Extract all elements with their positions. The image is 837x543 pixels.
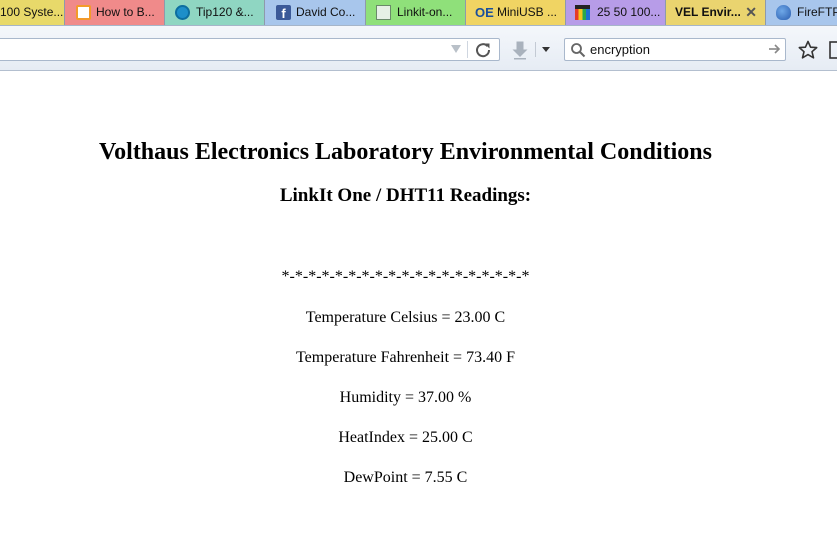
tab-label: David Co... [296,5,356,19]
tab-label: VEL Envir... [675,5,741,19]
tab-how-to[interactable]: How to B... [65,0,165,25]
tab-strip: 100 Syste... How to B... Tip120 &... f D… [0,0,837,26]
reading-humidity: Humidity = 37.00 % [339,389,472,406]
circle-arrow-icon [175,5,190,20]
tab-tip120[interactable]: Tip120 &... [165,0,265,25]
bookmarks-library-icon[interactable] [829,41,837,59]
tab-david-co[interactable]: f David Co... [265,0,366,25]
search-input[interactable] [590,39,760,60]
tab-label: MiniUSB ... [497,5,558,19]
url-history-dropdown-icon[interactable] [451,45,461,53]
instructables-icon [76,5,91,20]
reading-temperature-fahrenheit: Temperature Fahrenheit = 73.40 F [296,349,515,366]
search-bar[interactable] [564,38,786,61]
search-icon [571,43,586,58]
tab-label: 100 Syste... [0,5,64,19]
close-tab-icon[interactable]: ✕ [745,0,757,24]
tab-label: 25 50 100... [597,5,661,19]
board-icon [376,5,391,20]
tab-25-50-100[interactable]: 25 50 100... [566,0,666,25]
fireftp-icon [776,5,791,20]
tab-vel-environmental[interactable]: VEL Envir... ✕ [666,0,766,25]
reading-heat-index: HeatIndex = 25.00 C [338,429,473,446]
reading-dew-point: DewPoint = 7.55 C [343,469,468,486]
page-title: Volthaus Electronics Laboratory Environm… [99,139,712,165]
facebook-icon: f [276,5,291,21]
separator-line: *-*-*-*-*-*-*-*-*-*-*-*-*-*-*-*-*-*-* [281,268,530,285]
arrow-right-icon[interactable] [767,42,781,56]
toolbar-divider [535,42,536,57]
oe-icon: OE [475,5,494,20]
url-divider [467,41,468,58]
url-bar[interactable] [0,38,500,61]
reload-icon[interactable] [474,41,492,59]
reading-temperature-celsius: Temperature Celsius = 23.00 C [305,309,506,326]
store-icon [575,5,590,20]
tab-100-systems[interactable]: 100 Syste... [0,0,65,25]
tab-label: Tip120 &... [196,5,254,19]
tab-label: How to B... [96,5,155,19]
tab-linkit-one[interactable]: Linkit-on... [366,0,466,25]
tab-label: Linkit-on... [397,5,453,19]
download-icon[interactable] [510,40,530,60]
tab-fireftp[interactable]: FireFTP [766,0,837,25]
navigation-toolbar [0,26,837,71]
page-content: Volthaus Electronics Laboratory Environm… [0,71,811,543]
bookmark-star-icon[interactable] [798,40,818,60]
chevron-down-icon[interactable] [542,47,550,52]
tab-label: FireFTP [797,5,837,19]
tab-miniusb[interactable]: OE MiniUSB ... [466,0,566,25]
page-subtitle: LinkIt One / DHT11 Readings: [279,185,532,206]
